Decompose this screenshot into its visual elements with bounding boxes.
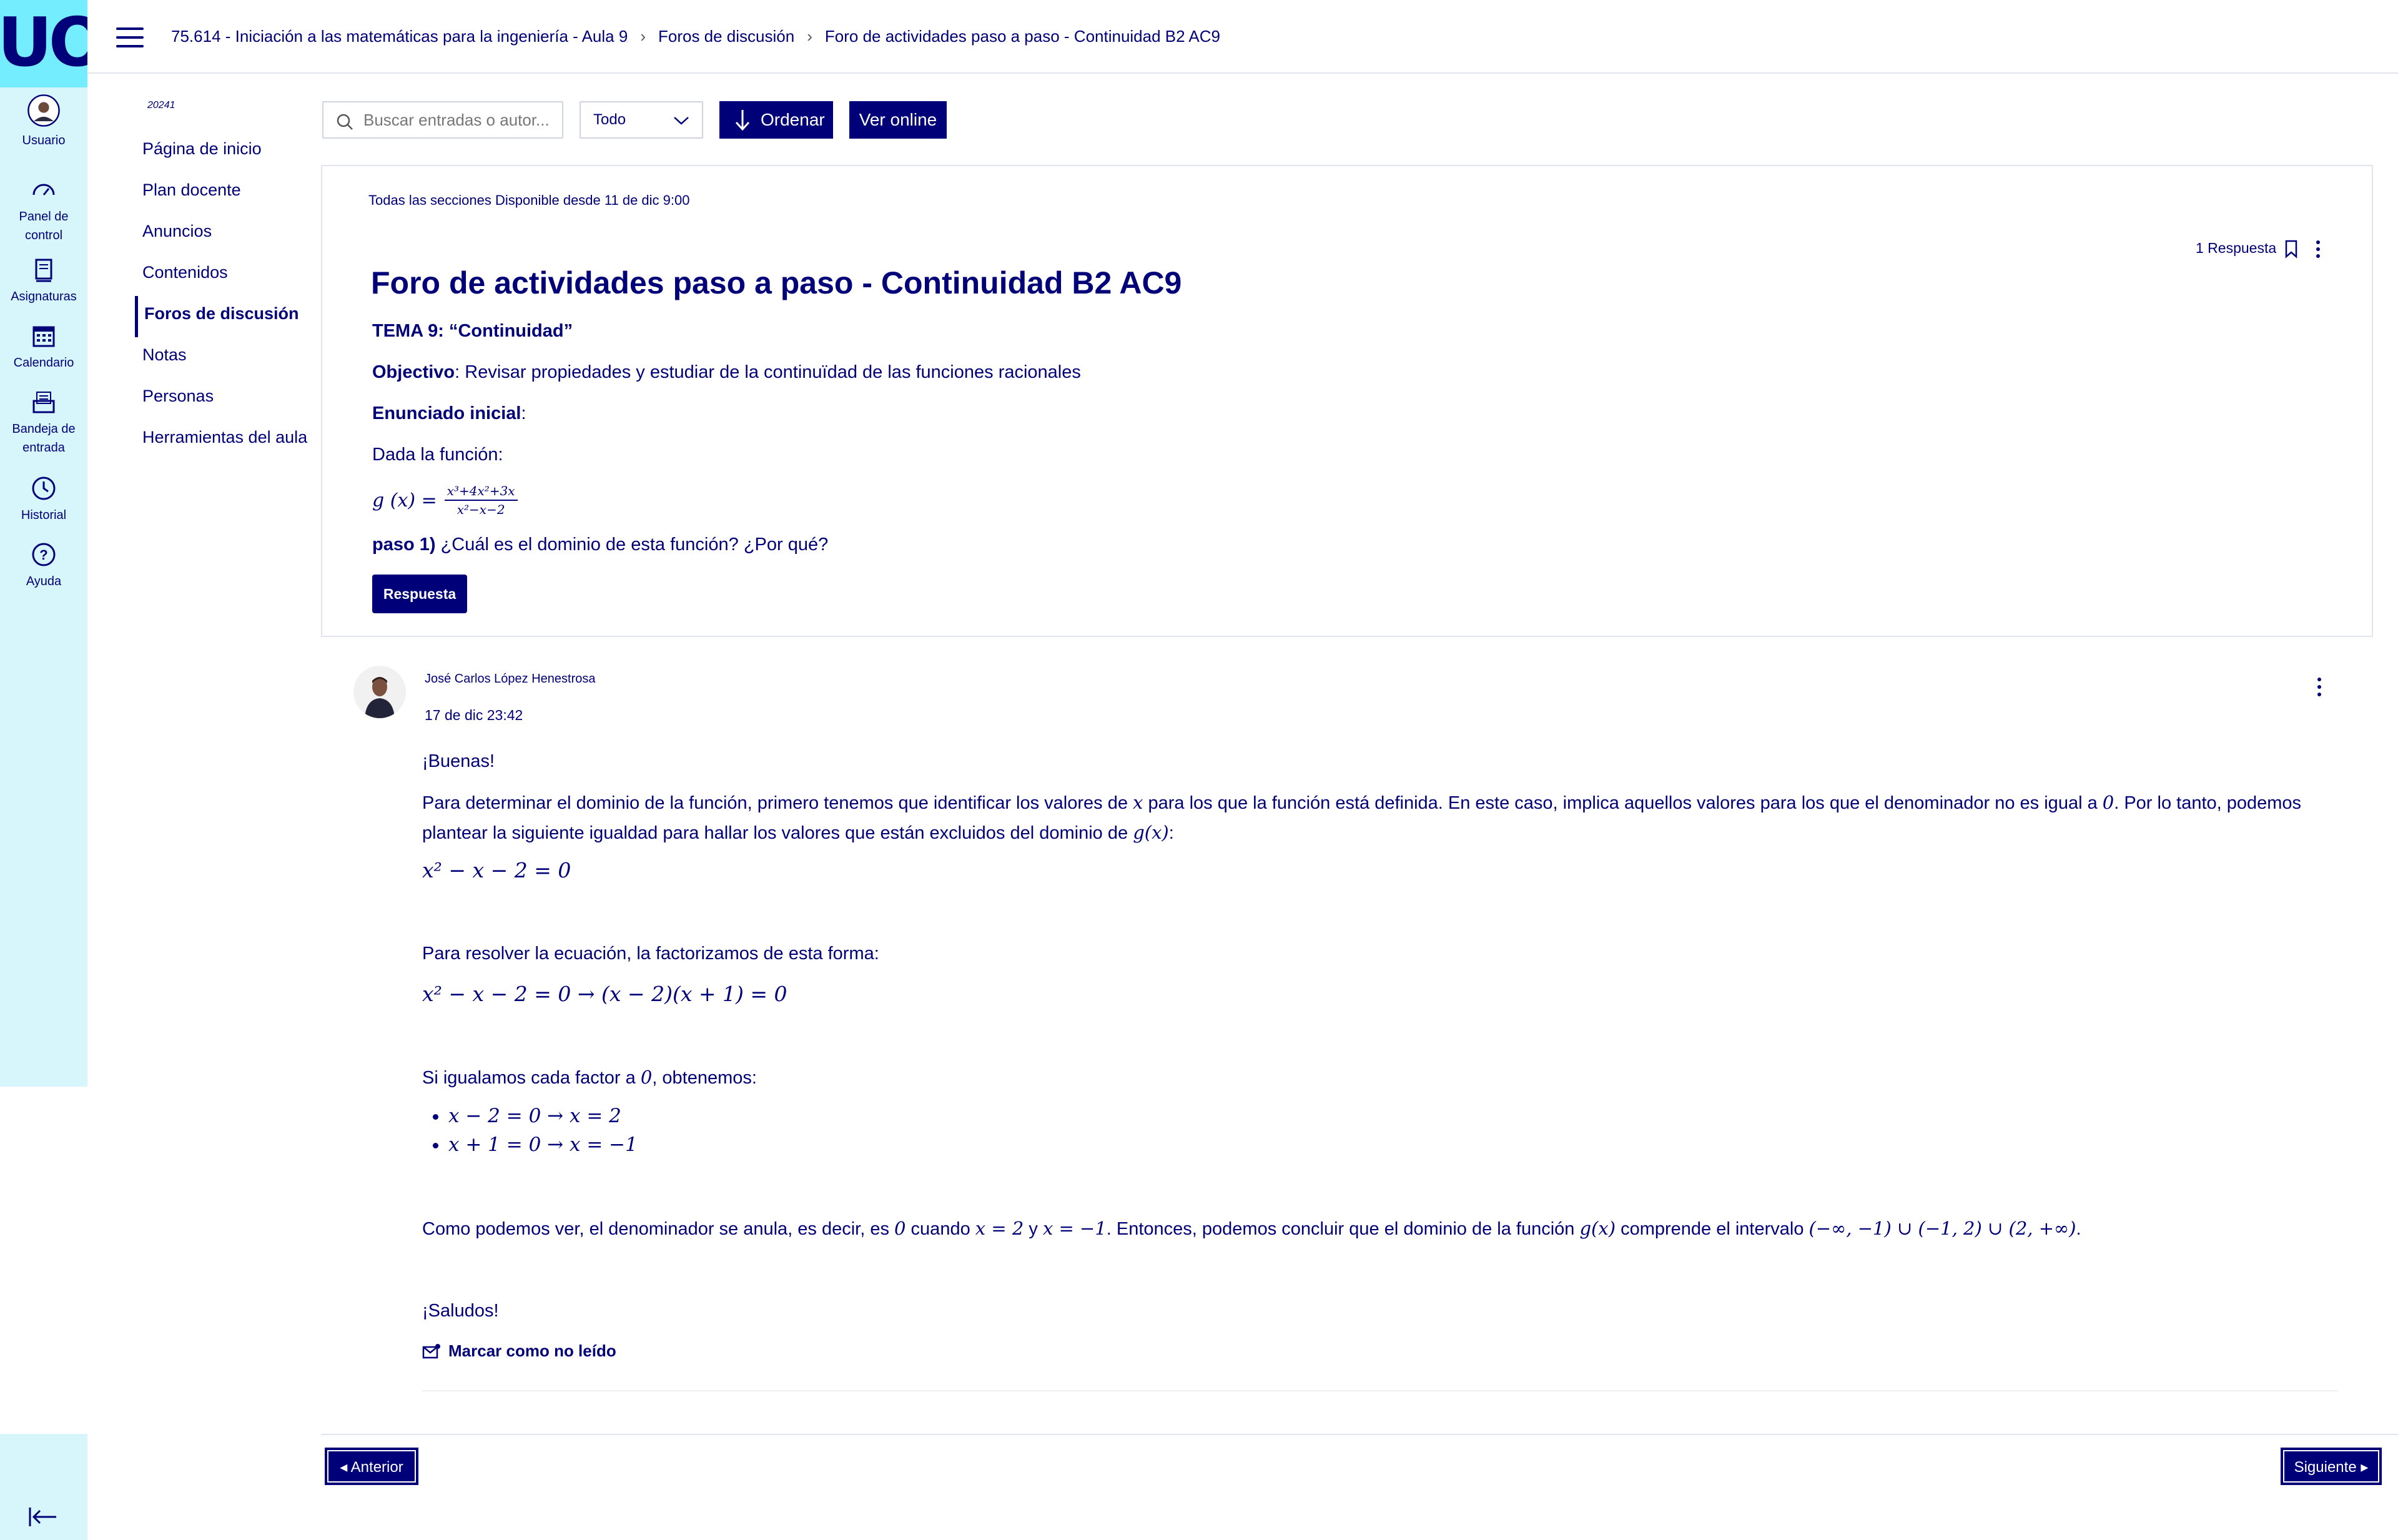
reply-more-options-icon[interactable] <box>2316 677 2323 697</box>
rail-label: Historial <box>21 508 67 522</box>
next-button[interactable]: Siguiente ▸ <box>2281 1448 2382 1485</box>
inbox-icon <box>32 392 55 413</box>
list-item: x − 2 = 0 → x = 2 <box>448 1102 638 1130</box>
avatar[interactable] <box>353 666 406 718</box>
semester-label: 20241 <box>147 100 175 111</box>
view-online-button[interactable]: Ver online <box>849 101 947 139</box>
post-tema: TEMA 9: “Continuidad” <box>372 321 573 341</box>
rail-item-bandeja[interactable]: Bandeja de entrada <box>0 388 87 457</box>
order-button[interactable]: Ordenar <box>719 101 833 139</box>
rail-item-panel[interactable]: Panel de control <box>0 176 87 245</box>
post-dada: Dada la función: <box>372 445 503 465</box>
post-paso: paso 1) ¿Cuál es el dominio de esta func… <box>372 535 829 555</box>
mark-unread-button[interactable]: Marcar como no leído <box>422 1341 616 1361</box>
filter-value: Todo <box>593 111 626 128</box>
svg-text:?: ? <box>39 547 47 563</box>
reply-paragraph-3: Si igualamos cada factor a 0, obtenemos: <box>422 1067 757 1088</box>
reply-date: 17 de dic 23:42 <box>425 707 523 723</box>
book-icon <box>35 259 52 282</box>
rail-label: Calendario <box>13 356 74 370</box>
nav-item-contenidos[interactable]: Contenidos <box>135 255 316 296</box>
reply-paragraph-1: Para determinar el dominio de la función… <box>422 792 2302 843</box>
author-avatar-icon <box>365 677 395 718</box>
search-box[interactable] <box>322 101 563 139</box>
filter-select[interactable]: Todo <box>580 101 703 139</box>
nav-item-plan-docente[interactable]: Plan docente <box>135 172 316 214</box>
solutions-list: x − 2 = 0 → x = 2 x + 1 = 0 → x = −1 <box>435 1102 638 1159</box>
order-label: Ordenar <box>761 110 825 129</box>
list-item: x + 1 = 0 → x = −1 <box>448 1130 638 1159</box>
rail-label: Panel de control <box>19 210 69 242</box>
breadcrumb: 75.614 - Iniciación a las matemáticas pa… <box>171 25 1220 47</box>
left-rail: UOC Usuario Panel de control Asignaturas <box>0 0 87 1087</box>
divider <box>422 1390 2338 1391</box>
nav-item-herramientas[interactable]: Herramientas del aula <box>135 420 316 461</box>
collapse-sidebar-icon[interactable] <box>27 1506 59 1528</box>
more-options-icon[interactable] <box>2314 240 2322 259</box>
uoc-logo[interactable]: UOC <box>0 0 87 87</box>
chevron-right-icon: › <box>807 27 812 46</box>
course-nav: Página de inicio Plan docente Anuncios C… <box>135 131 316 461</box>
nav-item-inicio[interactable]: Página de inicio <box>135 131 316 172</box>
post-title: Foro de actividades paso a paso - Contin… <box>371 265 1182 300</box>
equation-1: x² − x − 2 = 0 <box>422 858 571 882</box>
rail-label: Ayuda <box>26 575 62 588</box>
rail-item-historial[interactable]: Historial <box>0 475 87 525</box>
dashboard-icon <box>32 184 55 195</box>
search-icon <box>337 114 353 130</box>
arrow-down-icon <box>735 110 750 131</box>
bookmark-icon[interactable] <box>2284 240 2298 259</box>
reply-closing: ¡Saludos! <box>422 1301 499 1321</box>
calendar-icon <box>32 326 55 347</box>
breadcrumb-current[interactable]: Foro de actividades paso a paso - Contin… <box>825 25 1220 47</box>
breadcrumb-section[interactable]: Foros de discusión <box>658 25 794 47</box>
rail-item-usuario[interactable]: Usuario <box>0 94 87 150</box>
nav-item-foros[interactable]: Foros de discusión <box>135 296 316 337</box>
post-card: Todas las secciones Disponible desde 11 … <box>321 165 2373 637</box>
post-enunciado: Enunciado inicial: <box>372 403 526 423</box>
rail-item-calendario[interactable]: Calendario <box>0 322 87 372</box>
rail-item-asignaturas[interactable]: Asignaturas <box>0 256 87 306</box>
reply-greeting: ¡Buenas! <box>422 751 495 771</box>
rail-label: Usuario <box>22 134 66 147</box>
rail-label: Bandeja de entrada <box>12 422 76 455</box>
search-input[interactable] <box>363 102 557 137</box>
reply-button[interactable]: Respuesta <box>372 575 467 613</box>
nav-item-notas[interactable]: Notas <box>135 337 316 378</box>
post-objective: Objectivo: Revisar propiedades y estudia… <box>372 362 1081 382</box>
rail-item-ayuda[interactable]: ? Ayuda <box>0 541 87 591</box>
divider <box>321 1434 2398 1435</box>
nav-item-personas[interactable]: Personas <box>135 378 316 420</box>
chevron-right-icon: › <box>640 27 646 46</box>
nav-item-anuncios[interactable]: Anuncios <box>135 214 316 255</box>
previous-button[interactable]: ◂ Anterior <box>325 1448 418 1485</box>
help-icon: ? <box>32 543 56 566</box>
post-meta: Todas las secciones Disponible desde 11 … <box>368 192 690 208</box>
reply-paragraph-4: Como podemos ver, el denominador se anul… <box>422 1218 2081 1239</box>
reply-author[interactable]: José Carlos López Henestrosa <box>425 672 595 686</box>
clock-icon <box>32 476 56 500</box>
breadcrumb-course[interactable]: 75.614 - Iniciación a las matemáticas pa… <box>171 25 628 47</box>
user-avatar-icon <box>27 94 60 127</box>
rail-label: Asignaturas <box>11 290 77 304</box>
chevron-down-icon <box>674 117 689 125</box>
reply-count[interactable]: 1 Respuesta <box>2196 240 2276 257</box>
hamburger-menu-icon[interactable] <box>116 27 144 47</box>
equation-2: x² − x − 2 = 0 → (x − 2)(x + 1) = 0 <box>422 982 787 1006</box>
function-formula: g (x) = x³+4x²+3x x²−x−2 <box>372 483 518 517</box>
reply-paragraph-2: Para resolver la ecuación, la factorizam… <box>422 944 879 964</box>
envelope-unread-icon <box>422 1343 440 1358</box>
top-bar: 75.614 - Iniciación a las matemáticas pa… <box>87 0 2398 74</box>
mark-unread-label: Marcar como no leído <box>448 1341 616 1360</box>
